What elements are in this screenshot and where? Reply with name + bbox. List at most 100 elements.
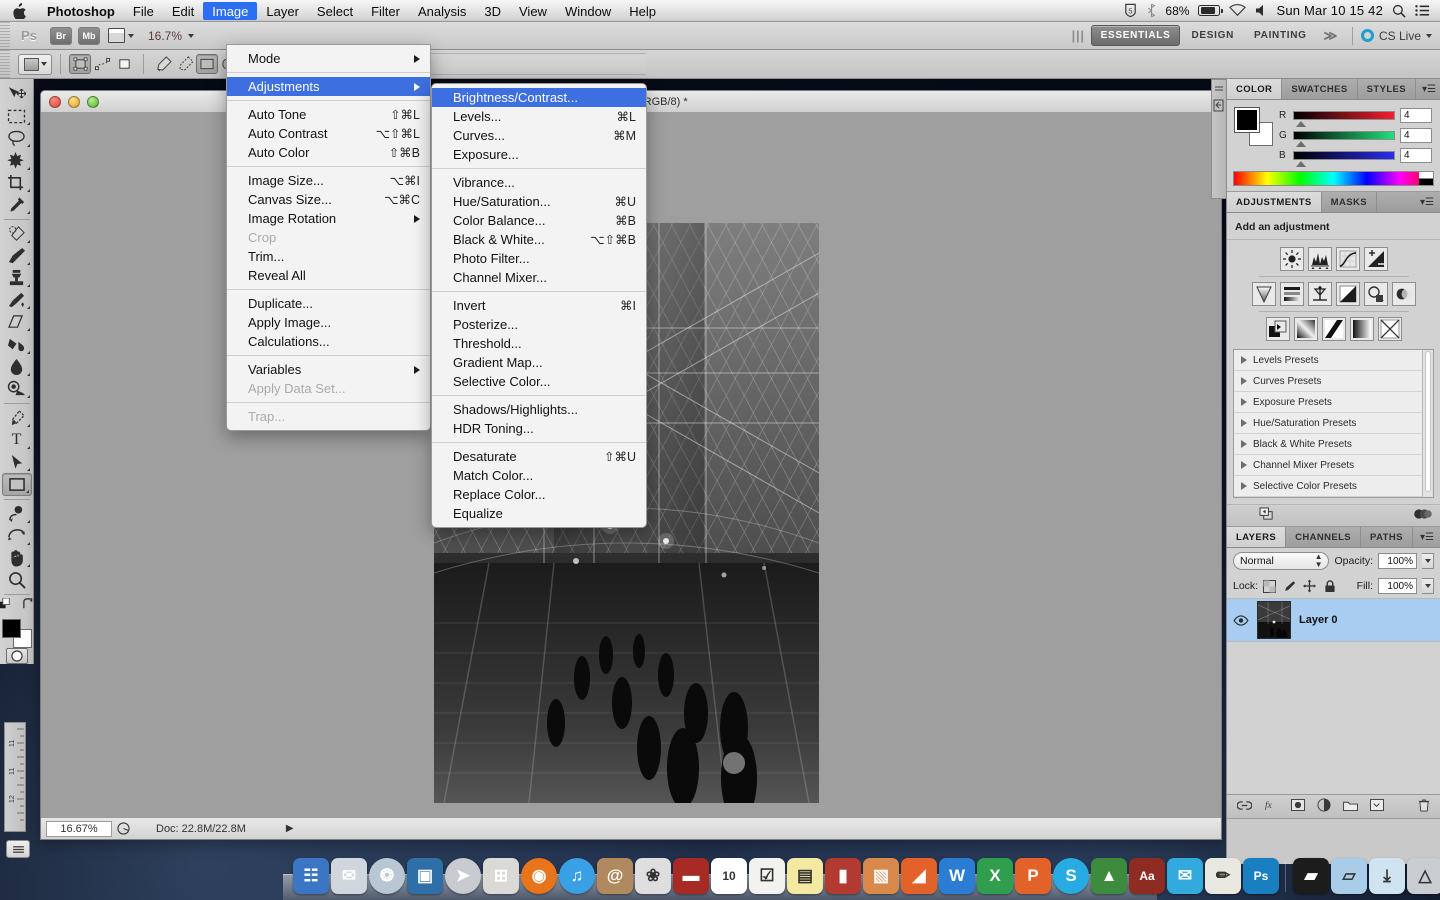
dock-item-powerpoint[interactable]: P bbox=[1015, 858, 1051, 894]
tab-masks[interactable]: MASKS bbox=[1322, 192, 1377, 212]
workspace-painting[interactable]: PAINTING bbox=[1245, 26, 1316, 45]
black-and-white-icon[interactable] bbox=[1336, 282, 1360, 306]
selective-color-icon[interactable] bbox=[1378, 317, 1402, 341]
vibrance-icon[interactable] bbox=[1252, 282, 1276, 306]
dock-item-screen-sharing[interactable]: ▣ bbox=[407, 858, 443, 894]
menu-item-auto-tone[interactable]: Auto Tone⇧⌘L bbox=[227, 105, 430, 124]
menu-item-adjustments[interactable]: Adjustments bbox=[227, 77, 430, 96]
layers-empty-area[interactable] bbox=[1227, 642, 1440, 794]
wifi-icon[interactable] bbox=[1229, 4, 1246, 17]
submenu-item-posterize[interactable]: Posterize... bbox=[432, 315, 646, 334]
layer-row[interactable]: Layer 0 bbox=[1227, 598, 1440, 642]
close-window-button[interactable] bbox=[49, 96, 61, 108]
dock-item-calendar[interactable]: 10 bbox=[711, 858, 747, 894]
fill-dropdown-icon[interactable] bbox=[1422, 578, 1434, 594]
submenu-item-black-and-white[interactable]: Black & White...⌥⇧⌘B bbox=[432, 230, 646, 249]
lock-position-icon[interactable] bbox=[1303, 580, 1316, 593]
menu-filter[interactable]: Filter bbox=[362, 2, 409, 20]
submenu-item-hue-saturation[interactable]: Hue/Saturation...⌘U bbox=[432, 192, 646, 211]
menu-view[interactable]: View bbox=[510, 2, 556, 20]
menu-item-variables[interactable]: Variables bbox=[227, 360, 430, 379]
menu-item-auto-contrast[interactable]: Auto Contrast⌥⇧⌘L bbox=[227, 124, 430, 143]
submenu-item-brightness-contrast[interactable]: Brightness/Contrast... bbox=[432, 88, 646, 107]
curves-icon[interactable] bbox=[1336, 247, 1360, 271]
panel-menu-icon[interactable]: ▾☰ bbox=[1414, 192, 1440, 212]
photo-filter-icon[interactable] bbox=[1364, 282, 1388, 306]
submenu-item-color-balance[interactable]: Color Balance...⌘B bbox=[432, 211, 646, 230]
hue-saturation-icon[interactable] bbox=[1280, 282, 1304, 306]
menu-item-calculations[interactable]: Calculations... bbox=[227, 332, 430, 351]
preset-channel-mixer[interactable]: Channel Mixer Presets bbox=[1234, 455, 1433, 476]
submenu-item-invert[interactable]: Invert⌘I bbox=[432, 296, 646, 315]
tab-layers[interactable]: LAYERS bbox=[1227, 527, 1286, 547]
menu-item-image-rotation[interactable]: Image Rotation bbox=[227, 209, 430, 228]
dock-item-twitter[interactable]: ✉ bbox=[1167, 858, 1203, 894]
pen-tool-icon[interactable] bbox=[152, 54, 174, 74]
dock-item-pages[interactable]: ▧ bbox=[863, 858, 899, 894]
layer-visibility-icon[interactable] bbox=[1233, 615, 1249, 626]
dock-item-documents-folder[interactable]: ▱ bbox=[1331, 858, 1367, 894]
submenu-item-channel-mixer[interactable]: Channel Mixer... bbox=[432, 268, 646, 287]
link-layers-icon[interactable] bbox=[1237, 800, 1252, 814]
new-group-icon[interactable] bbox=[1343, 799, 1358, 814]
dock-item-trash[interactable]: △ bbox=[1407, 858, 1440, 894]
apple-logo-icon[interactable] bbox=[0, 3, 38, 19]
document-info-icon[interactable] bbox=[112, 822, 134, 835]
submenu-item-desaturate[interactable]: Desaturate⇧⌘U bbox=[432, 447, 646, 466]
submenu-item-replace-color[interactable]: Replace Color... bbox=[432, 485, 646, 504]
workspace-essentials[interactable]: ESSENTIALS bbox=[1091, 25, 1181, 46]
battery-icon[interactable] bbox=[1198, 5, 1220, 16]
dock-item-google-drive[interactable]: ▲ bbox=[1091, 858, 1127, 894]
menu-bar-clock[interactable]: Sun Mar 10 15 42 bbox=[1276, 3, 1383, 18]
blue-value-field[interactable]: 4 bbox=[1400, 148, 1432, 163]
adjustment-layer-icon[interactable] bbox=[1317, 798, 1331, 815]
green-value-field[interactable]: 4 bbox=[1400, 128, 1432, 143]
list-icon[interactable] bbox=[1415, 4, 1430, 17]
image-menu-dropdown[interactable]: Mode Adjustments Auto Tone⇧⌘L Auto Contr… bbox=[226, 44, 431, 431]
collapse-panels-button[interactable] bbox=[1211, 79, 1227, 199]
tool-blur[interactable] bbox=[2, 356, 32, 378]
tool-brush[interactable] bbox=[2, 245, 32, 267]
red-slider[interactable] bbox=[1293, 111, 1395, 120]
tool-rectangle-shape[interactable] bbox=[2, 473, 32, 495]
red-value-field[interactable]: 4 bbox=[1400, 108, 1432, 123]
dock-item-downloads-folder[interactable]: ⤓ bbox=[1369, 858, 1405, 894]
tool-gradient[interactable] bbox=[2, 333, 32, 355]
lock-image-pixels-icon[interactable] bbox=[1283, 580, 1296, 593]
opacity-field[interactable]: 100% bbox=[1378, 553, 1417, 569]
workspace-design[interactable]: DESIGN bbox=[1182, 26, 1243, 45]
zoom-percentage-field[interactable]: 16.67% bbox=[46, 821, 112, 837]
chevron-down-icon[interactable] bbox=[128, 34, 134, 38]
dock-item-firefox[interactable]: ◉ bbox=[521, 858, 557, 894]
dock-item-textedit[interactable]: ✏ bbox=[1205, 858, 1241, 894]
layer-styles-icon[interactable]: fx bbox=[1264, 799, 1279, 814]
menu-item-image-size[interactable]: Image Size...⌥⌘I bbox=[227, 171, 430, 190]
posterize-icon[interactable] bbox=[1294, 317, 1318, 341]
submenu-item-threshold[interactable]: Threshold... bbox=[432, 334, 646, 353]
submenu-item-levels[interactable]: Levels...⌘L bbox=[432, 107, 646, 126]
dock-item-finder[interactable]: ☷ bbox=[293, 858, 329, 894]
dock-item-itunes[interactable]: ♫ bbox=[559, 858, 595, 894]
submenu-item-match-color[interactable]: Match Color... bbox=[432, 466, 646, 485]
submenu-item-photo-filter[interactable]: Photo Filter... bbox=[432, 249, 646, 268]
menu-item-trim[interactable]: Trim... bbox=[227, 247, 430, 266]
invert-icon[interactable] bbox=[1266, 317, 1290, 341]
tool-lasso[interactable] bbox=[2, 127, 32, 149]
menu-item-auto-color[interactable]: Auto Color⇧⌘B bbox=[227, 143, 430, 162]
exposure-icon[interactable] bbox=[1364, 247, 1388, 271]
clip-to-layer-icon[interactable] bbox=[1414, 508, 1432, 523]
rectangle-tool-icon[interactable] bbox=[196, 54, 218, 74]
status-menu-arrow-icon[interactable]: ▶ bbox=[286, 823, 294, 834]
zoom-window-button[interactable] bbox=[87, 96, 99, 108]
menu-analysis[interactable]: Analysis bbox=[409, 2, 475, 20]
screen-mode-icon[interactable] bbox=[108, 28, 134, 43]
dock-item-matlab[interactable]: ◢ bbox=[901, 858, 937, 894]
menu-help[interactable]: Help bbox=[620, 2, 665, 20]
tool-path-selection[interactable] bbox=[2, 451, 32, 473]
slider-thumb[interactable] bbox=[1296, 141, 1306, 147]
battery-percent-label[interactable]: 68% bbox=[1165, 4, 1189, 18]
dock-item-dictionary[interactable]: Aa bbox=[1129, 858, 1165, 894]
shape-layers-mode-icon[interactable] bbox=[69, 54, 91, 74]
tab-adjustments[interactable]: ADJUSTMENTS bbox=[1227, 192, 1322, 212]
menu-3d[interactable]: 3D bbox=[475, 2, 510, 20]
